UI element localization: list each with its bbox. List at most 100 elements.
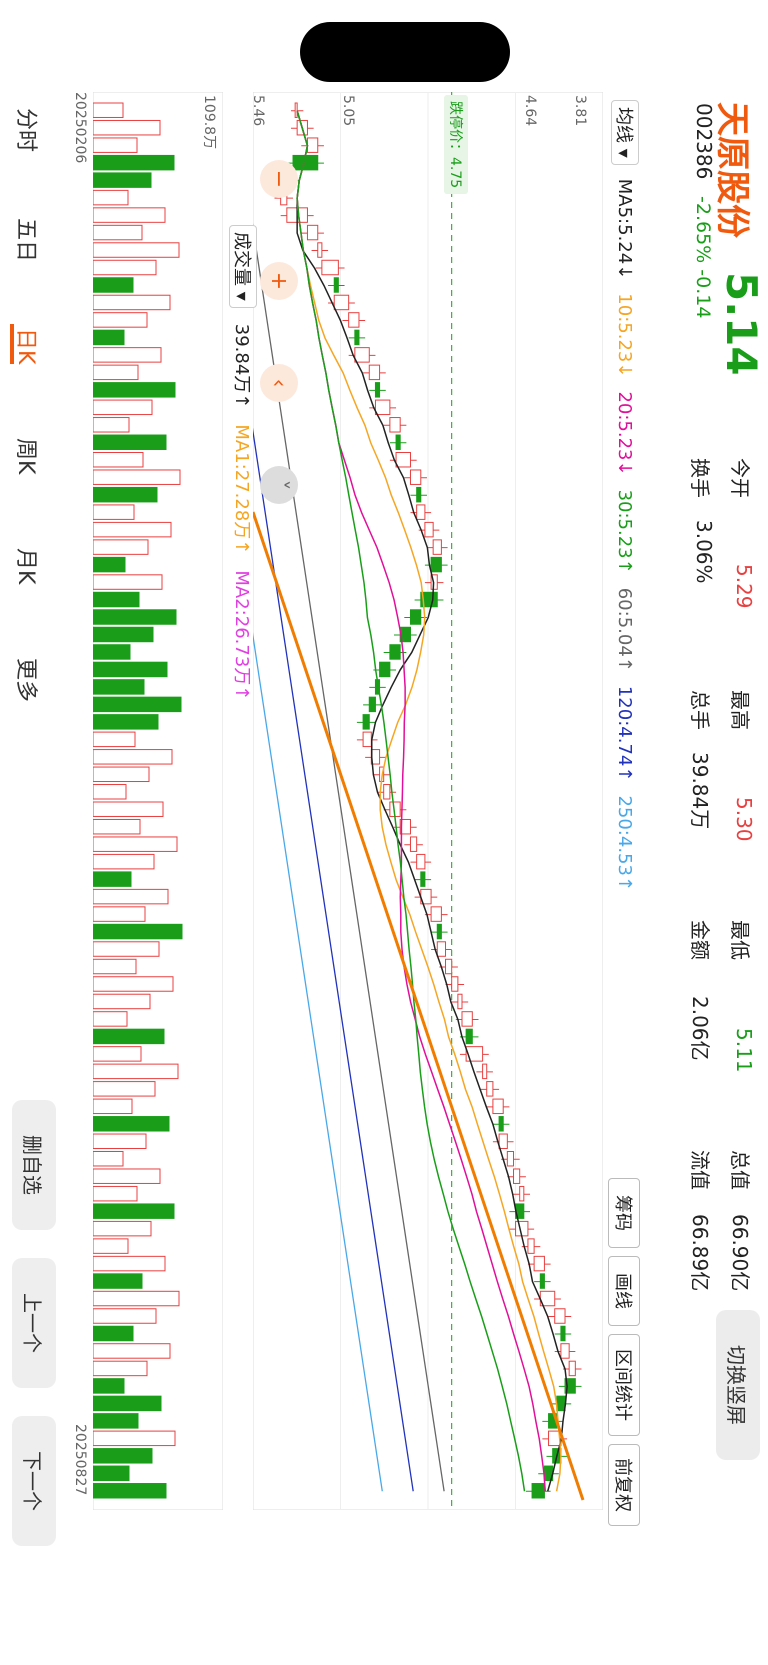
- volume-bar: [93, 1360, 148, 1377]
- ma250-value: 250:4.53↑: [614, 795, 636, 892]
- volume-bar: [93, 644, 131, 660]
- plus-icon: +: [266, 271, 292, 291]
- candle: [451, 976, 459, 992]
- volume-max-label: 109.8万: [201, 95, 217, 150]
- active-tab-indicator: [10, 324, 14, 364]
- remove-watchlist-button[interactable]: 删自选: [12, 1100, 56, 1230]
- candle: [333, 277, 339, 293]
- high-label: 最高: [728, 690, 752, 730]
- candle: [395, 434, 401, 450]
- zoom-out-button[interactable]: −: [260, 160, 298, 198]
- volume-bar: [93, 626, 154, 643]
- kline-chart[interactable]: [253, 92, 603, 1510]
- volume-bar: [93, 818, 141, 835]
- candle: [362, 714, 370, 730]
- next-button[interactable]: 下一个: [12, 1416, 56, 1546]
- candle: [374, 382, 381, 398]
- volume-ma2: MA2:26.73万↑: [231, 570, 252, 701]
- previous-button[interactable]: 上一个: [12, 1258, 56, 1388]
- zoom-in-button[interactable]: +: [260, 262, 298, 300]
- tab-five-day[interactable]: 五日: [12, 218, 44, 262]
- draw-line-button[interactable]: 画线: [608, 1256, 640, 1326]
- volume-bar: [93, 434, 167, 450]
- candle: [306, 137, 319, 153]
- volume-bar: [93, 1151, 124, 1167]
- collapse-button[interactable]: ˅: [260, 466, 298, 504]
- ma5-line: [296, 110, 568, 1492]
- candle: [306, 224, 319, 241]
- range-stats-button[interactable]: 区间统计: [608, 1334, 640, 1436]
- volume-bar: [93, 941, 160, 957]
- high-value: 5.30: [732, 797, 756, 842]
- candle: [409, 836, 418, 852]
- candle: [492, 1098, 504, 1115]
- tab-more[interactable]: 更多: [12, 658, 44, 702]
- chips-button[interactable]: 筹码: [608, 1178, 640, 1248]
- volume-bar: [93, 1116, 170, 1132]
- volume-bar: [93, 277, 134, 293]
- price-change: -2.65% -0.14: [692, 196, 714, 318]
- volume-bar: [93, 242, 180, 258]
- tab-weekly-k[interactable]: 周K: [12, 438, 44, 474]
- volume-bar: [93, 154, 175, 171]
- candle: [560, 1325, 566, 1342]
- stock-code: 002386: [692, 103, 716, 180]
- limit-down-tag: 跌停价：4.75: [444, 95, 468, 195]
- ma20-value: 20:5.23↓: [614, 391, 636, 476]
- candle: [556, 1395, 566, 1412]
- trend-line: [253, 511, 585, 1501]
- candle: [294, 102, 298, 118]
- volume-bar: [93, 766, 150, 783]
- candle: [420, 871, 426, 887]
- switch-portrait-button[interactable]: 切换竖屏: [716, 1310, 760, 1460]
- volume-bar: [93, 102, 124, 118]
- volume-bar: [93, 504, 135, 520]
- candle: [432, 539, 442, 555]
- volume-bar: [93, 1290, 180, 1307]
- candle: [531, 1483, 545, 1499]
- volume-bar: [93, 661, 168, 678]
- candle: [368, 364, 381, 381]
- volume-bar: [93, 574, 163, 590]
- mktcap-label: 总值: [728, 1150, 752, 1190]
- volume-select[interactable]: 成交量 ▾: [229, 225, 257, 308]
- volume-bar: [93, 521, 172, 538]
- volume-bar: [93, 347, 162, 363]
- volume-bar: [93, 539, 149, 555]
- volume-bar: [93, 1483, 167, 1499]
- ma60-value: 60:5.04↑: [614, 587, 636, 672]
- axis-high-label: 5.46: [250, 95, 266, 127]
- tab-monthly-k[interactable]: 月K: [12, 548, 44, 584]
- change-amount: -0.14: [692, 269, 714, 319]
- volume-bar: [93, 906, 146, 922]
- volume-bar: [93, 329, 125, 346]
- minus-icon: −: [266, 169, 292, 189]
- volume-bar: [93, 784, 127, 800]
- candle: [539, 1273, 545, 1289]
- volume-chart[interactable]: [93, 92, 223, 1510]
- ma120-line: [253, 110, 414, 1492]
- candle: [568, 1360, 576, 1377]
- candle: [362, 731, 372, 748]
- volume-bar: [93, 888, 169, 905]
- volume-bar: [93, 609, 177, 625]
- indicator-select[interactable]: 均线 ▾: [611, 100, 639, 165]
- volume-bar: [93, 976, 174, 992]
- volume-bar: [93, 1185, 138, 1202]
- stock-price: 5.14: [717, 272, 766, 376]
- tab-intraday[interactable]: 分时: [12, 108, 44, 152]
- amount-label: 金额: [688, 920, 712, 960]
- adjust-mode-button[interactable]: 前复权: [608, 1444, 640, 1526]
- volume-bar: [93, 556, 126, 573]
- volume-bar: [93, 189, 129, 206]
- tab-daily-k[interactable]: 日K: [12, 328, 44, 364]
- turnover-label: 换手: [688, 458, 712, 498]
- float-cap-label: 流值: [688, 1150, 712, 1190]
- volume-bar: [93, 364, 139, 381]
- candle: [354, 347, 370, 363]
- candle: [383, 784, 391, 800]
- scroll-left-button[interactable]: ‹: [260, 364, 298, 402]
- volume-bar: [93, 469, 181, 485]
- volume-bar: [93, 923, 183, 940]
- low-value: 5.11: [732, 1028, 756, 1073]
